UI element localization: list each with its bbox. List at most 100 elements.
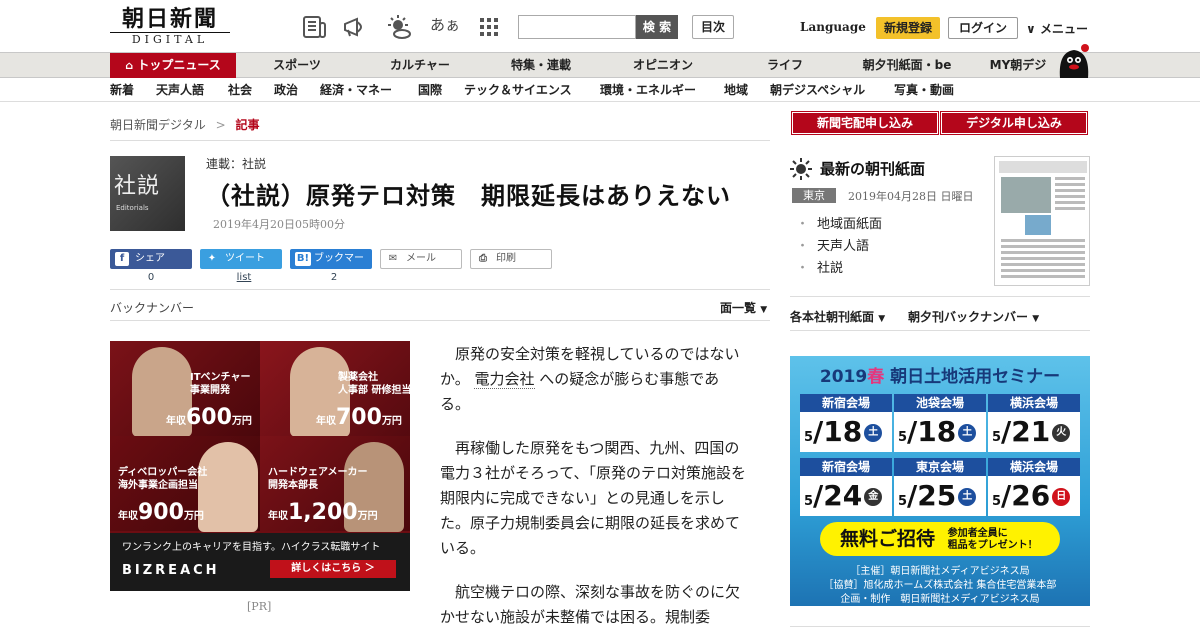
page-list-label: 面一覧: [720, 301, 757, 315]
weather-icon[interactable]: [386, 14, 412, 40]
nav-item-society[interactable]: 社会: [228, 78, 252, 102]
venue-name: 東京会場: [894, 458, 986, 476]
land-seminar-ad[interactable]: 2019春 朝日土地活用セミナー 新宿会場 5/18 土 池袋会場 5/18 土 横…: [790, 356, 1090, 606]
nav-item-sports[interactable]: スポーツ: [262, 53, 332, 78]
breadcrumb-home[interactable]: 朝日新聞デジタル: [110, 118, 206, 132]
tweet-button[interactable]: ✦ ツイート: [200, 249, 282, 269]
ad-sponsor: ［協賛］旭化成ホームズ株式会社 集合住宅営業本部: [823, 580, 1057, 591]
nav-item-papers[interactable]: 朝夕刊紙面・be: [852, 53, 962, 78]
pr-label: [PR]: [247, 600, 272, 613]
sidebar-link-tensei[interactable]: ・天声人語: [796, 235, 869, 254]
keyword-link-electric-company[interactable]: 電力会社: [474, 370, 535, 389]
mail-icon: ✉: [388, 253, 398, 264]
hatena-bookmark-button[interactable]: B! ブックマーク: [290, 249, 372, 284]
caret-down-icon: ▼: [760, 305, 768, 315]
mail-label: メール: [406, 253, 436, 264]
nav-item-new[interactable]: 新着: [110, 78, 134, 102]
grid-menu-icon[interactable]: [476, 14, 502, 40]
nav-item-environment[interactable]: 環境・エネルギー: [600, 78, 696, 102]
bizreach-logo: BIZREACH: [122, 563, 220, 578]
ad-quadrant: ディベロッパー会社 海外事業企画担当 年収900万円: [110, 436, 260, 532]
facebook-share-count: 0: [147, 272, 155, 283]
nav-item-tensei[interactable]: 天声人語: [156, 78, 204, 102]
logo-text-jp: 朝日新聞: [121, 6, 218, 32]
bizreach-ad[interactable]: ITベンチャー 事業開発 年収600万円 製薬会社 人事部 研修担当 年収700…: [110, 341, 410, 591]
search-button[interactable]: 検 索: [636, 15, 678, 39]
newspaper-front-page-thumbnail[interactable]: [994, 156, 1090, 286]
ad-cta-button[interactable]: 詳しくはこちら ＞: [270, 560, 396, 578]
login-button[interactable]: ログイン: [948, 17, 1018, 39]
latest-paper-title[interactable]: 最新の朝刊紙面: [820, 158, 925, 179]
language-link[interactable]: Language: [800, 20, 866, 34]
toc-button[interactable]: 目次: [692, 15, 734, 39]
honsha-paper-dropdown[interactable]: 各本社朝刊紙面 ▼: [790, 308, 885, 325]
nav-item-culture[interactable]: カルチャー: [378, 53, 462, 78]
menu-button[interactable]: ∨ メニュー: [1026, 20, 1088, 37]
printer-icon: ⎙: [479, 253, 487, 264]
venue-card: 横浜会場 5/21 火: [988, 394, 1080, 452]
nav-item-my-asadigi[interactable]: MY朝デジ: [980, 53, 1056, 78]
article-paragraph: 航空機テロの際、深刻な事故を防ぐのに欠かせない施設が未整備では困る。規制委: [440, 580, 746, 630]
nav-item-international[interactable]: 国際: [418, 78, 442, 102]
ad-salary: 年収700万円: [316, 405, 402, 430]
register-button[interactable]: 新規登録: [876, 17, 940, 39]
divider: [790, 330, 1090, 331]
edition-badge: 東京: [792, 188, 836, 203]
paragraph-text: 再稼働した原発をもつ関西、九州、四国の電力３社がそろって、「原発のテロ対策施設を…: [440, 439, 747, 557]
paper-subscribe-button[interactable]: 新聞宅配申し込み: [791, 111, 939, 135]
print-label: 印刷: [496, 253, 516, 264]
megaphone-icon[interactable]: [342, 14, 368, 40]
ad-quadrant: ITベンチャー 事業開発 年収600万円: [110, 341, 260, 437]
divider: [110, 289, 770, 290]
ad-producer: 企画・制作 朝日新聞社メディアビジネス局: [840, 594, 1040, 605]
nav-item-photo-video[interactable]: 写真・動画: [894, 78, 954, 102]
series-label[interactable]: 連載：社説: [206, 155, 266, 172]
venue-date: 5/18 土: [894, 412, 986, 452]
paragraph-text: 航空機テロの際、深刻な事故を防ぐのに欠かせない施設が未整備では困る。規制委: [440, 583, 741, 626]
venue-card: 新宿会場 5/18 土: [800, 394, 892, 452]
sun-icon: [790, 158, 812, 180]
nav-item-tech-science[interactable]: テック＆サイエンス: [464, 78, 572, 102]
free-invitation-banner: 無料ご招待 参加者全員に 粗品をプレゼント！: [820, 522, 1060, 556]
venue-card: 新宿会場 5/24 金: [800, 458, 892, 516]
mascot-icon[interactable]: [1054, 44, 1094, 78]
menu-label: メニュー: [1039, 22, 1088, 36]
ad-role: ディベロッパー会社 海外事業企画担当: [118, 467, 208, 491]
nav-item-top-news[interactable]: ⌂ トップニュース: [110, 53, 236, 78]
share-label: シェア: [135, 253, 165, 264]
nav-item-features[interactable]: 特集・連載: [500, 53, 582, 78]
nav-item-region[interactable]: 地域: [724, 78, 748, 102]
site-header: 朝日新聞 DIGITAL あぁ 検 索 目次 Language 新規登録 ログイ…: [0, 0, 1200, 52]
site-logo[interactable]: 朝日新聞 DIGITAL: [110, 8, 230, 48]
primary-nav: ⌂ トップニュース スポーツ カルチャー 特集・連載 オピニオン ライフ 朝夕刊…: [0, 52, 1200, 78]
nav-item-special[interactable]: 朝デジスペシャル: [770, 78, 865, 102]
tweet-list-link[interactable]: list: [200, 272, 288, 283]
font-size-icon[interactable]: あぁ: [430, 14, 460, 35]
print-button[interactable]: ⎙ 印刷: [470, 249, 552, 269]
ad-role: 製薬会社 人事部 研修担当: [338, 372, 410, 396]
nav-item-politics[interactable]: 政治: [274, 78, 298, 102]
page-list-dropdown[interactable]: 面一覧 ▼: [720, 299, 767, 316]
ad-organizer: ［主催］朝日新聞社メディアビジネス局: [850, 566, 1030, 577]
mail-button[interactable]: ✉ メール: [380, 249, 462, 269]
ad-role: ハードウェアメーカー 開発本部長: [268, 467, 368, 491]
dropdown-label: 朝夕刊バックナンバー: [908, 310, 1029, 324]
sidebar-link-regional[interactable]: ・地域面紙面: [796, 213, 882, 232]
venue-date: 5/24 金: [800, 476, 892, 516]
editorial-thumbnail[interactable]: 社説 Editorials: [110, 156, 185, 231]
article-title: （社説）原発テロ対策 期限延長はありえない: [206, 181, 731, 210]
nav-item-opinion[interactable]: オピニオン: [622, 53, 704, 78]
nav-item-economy[interactable]: 経済・マネー: [320, 78, 392, 102]
search-input[interactable]: [518, 15, 636, 39]
divider: [110, 320, 770, 321]
yukan-backnumber-dropdown[interactable]: 朝夕刊バックナンバー ▼: [908, 308, 1039, 325]
tweet-label: ツイート: [225, 253, 265, 264]
nav-item-life[interactable]: ライフ: [758, 53, 812, 78]
newspaper-icon[interactable]: [302, 14, 328, 40]
free-label: 無料ご招待: [840, 528, 936, 550]
ad-quadrant: ハードウェアメーカー 開発本部長 年収1,200万円: [260, 436, 410, 532]
facebook-share-button[interactable]: f シェア: [110, 249, 192, 269]
ad-salary: 年収900万円: [118, 500, 204, 525]
sidebar-link-editorial[interactable]: ・社説: [796, 257, 843, 276]
digital-subscribe-button[interactable]: デジタル申し込み: [940, 111, 1088, 135]
